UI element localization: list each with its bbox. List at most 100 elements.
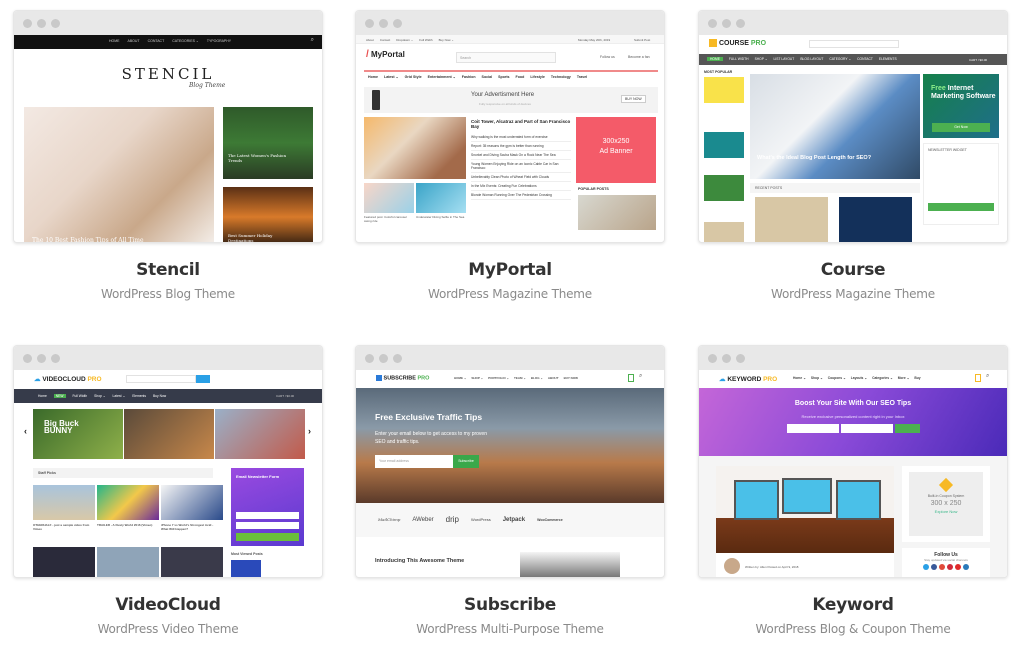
preview-screen: HOME ABOUT CONTACT CATEGORIES ⌄ TYPOGRAP… xyxy=(14,35,322,243)
recent-thumb xyxy=(755,197,828,242)
preview-nav: HOME ABOUT CONTACT CATEGORIES ⌄ TYPOGRAP… xyxy=(109,39,232,43)
partner-logo: AWeber xyxy=(412,516,434,523)
most-viewed-heading: Most Viewed Posts xyxy=(231,552,263,556)
video-title: iPhone 7 vs World's Strongest Acid - Wha… xyxy=(161,523,214,531)
window-dot-icon xyxy=(393,353,402,363)
cart: CART / $0.00 xyxy=(969,58,988,62)
pinterest-icon xyxy=(947,564,953,570)
browser-chrome xyxy=(699,11,1007,35)
side-image xyxy=(223,107,313,179)
linkedin-icon xyxy=(963,564,969,570)
list-item: Report: 35 reasons the gym is better tha… xyxy=(471,142,571,151)
facebook-icon xyxy=(931,564,937,570)
theme-card-myportal[interactable]: About Contact Dropdown ⌄ Full Width Buy … xyxy=(355,10,665,301)
coupon-box: Built-in Coupon System 300 x 250 Explore… xyxy=(909,472,983,536)
theme-preview[interactable]: SUBSCRIBE PRO HOME ⌄ SHOP ⌄ PORTFOLIO ⌄ … xyxy=(355,345,665,578)
video-thumb xyxy=(97,547,159,577)
browser-chrome xyxy=(356,11,664,35)
phone-icon xyxy=(372,90,380,110)
subscribe-button xyxy=(928,203,994,211)
video-thumb xyxy=(161,547,223,577)
headline: Coit Tower, Alcatraz and Part of San Fra… xyxy=(471,119,571,129)
popular-thumb xyxy=(704,77,744,103)
thumb-image xyxy=(416,183,466,213)
preview-screen: ☁ KEYWORD PRO Home ⌄ Shop ⌄ Coupons ⌄ La… xyxy=(699,370,1007,577)
search-icon: ⌕ xyxy=(639,373,643,379)
window-dot-icon xyxy=(736,353,745,363)
follow-widget: Follow Us Stay updated via social channe… xyxy=(902,548,990,577)
theme-preview[interactable]: COURSE PRO HOME FULL WIDTH SHOP ⌄ LIST L… xyxy=(698,10,1008,243)
window-dot-icon xyxy=(23,18,32,28)
partner-logo: Jetpack xyxy=(502,516,526,523)
list-item: Snorkel and Diving Scuba Mask On a Rock … xyxy=(471,151,571,160)
date: Monday May 20th, 2019 xyxy=(578,38,611,42)
list-item: Blonde Woman Running Over The Pedestrian… xyxy=(471,191,571,200)
search-icon: ⌕ xyxy=(310,37,314,43)
name-input xyxy=(236,512,299,519)
theme-subtitle: WordPress Magazine Theme xyxy=(428,287,592,301)
preview-screen: COURSE PRO HOME FULL WIDTH SHOP ⌄ LIST L… xyxy=(699,35,1007,242)
popular-thumb xyxy=(704,222,744,242)
theme-preview[interactable]: ☁ VIDEOCLOUD PRO Home NEW Full Width Sho… xyxy=(13,345,323,578)
theme-preview[interactable]: HOME ABOUT CONTACT CATEGORIES ⌄ TYPOGRAP… xyxy=(13,10,323,243)
window-dot-icon xyxy=(51,18,60,28)
window-dot-icon xyxy=(722,353,731,363)
subscribe-button: Subscribe xyxy=(453,455,479,468)
browser-chrome xyxy=(14,346,322,370)
hero-subtitle: Receive exclusive personalized content r… xyxy=(801,414,905,419)
window-dot-icon xyxy=(37,353,46,363)
theme-title[interactable]: Course xyxy=(698,260,1008,280)
preview-tagline: Blog Theme xyxy=(189,82,226,89)
youtube-icon xyxy=(955,564,961,570)
theme-title[interactable]: MyPortal xyxy=(355,260,665,280)
hero-subtitle: Enter your email below to get access to … xyxy=(375,431,487,445)
preview-logo: COURSE PRO xyxy=(709,39,766,47)
theme-card-videocloud[interactable]: ☁ VIDEOCLOUD PRO Home NEW Full Width Sho… xyxy=(13,345,323,636)
partner-logos: MailChimp AWeber drip WordPress Jetpack … xyxy=(378,515,563,524)
cloud-icon: ☁ xyxy=(34,376,41,383)
window-dot-icon xyxy=(37,18,46,28)
follow-link: Follow us xyxy=(600,55,615,59)
slide-title: Big Buck BUNNY xyxy=(44,419,79,435)
theme-title[interactable]: VideoCloud xyxy=(13,595,323,615)
theme-title[interactable]: Stencil xyxy=(13,260,323,280)
staff-picks-bar xyxy=(33,468,213,478)
social-icons xyxy=(902,564,990,570)
cart-icon xyxy=(628,374,634,382)
post-list: Why walking is the most underrated form … xyxy=(471,133,571,200)
list-item: In the Mix Events: Creating Fun Celebrat… xyxy=(471,182,571,191)
video-thumb xyxy=(33,485,95,520)
author-meta: Written by: Allen Posted on April 9, 201… xyxy=(745,565,799,569)
newsletter-heading: NEWSLETTER WIDGET xyxy=(928,148,967,152)
theme-title[interactable]: Subscribe xyxy=(355,595,665,615)
theme-card-subscribe[interactable]: SUBSCRIBE PRO HOME ⌄ SHOP ⌄ PORTFOLIO ⌄ … xyxy=(355,345,665,636)
hero-caption: The 10 Best Fashion Tips of All Time xyxy=(32,237,144,243)
theme-card-stencil[interactable]: HOME ABOUT CONTACT CATEGORIES ⌄ TYPOGRAP… xyxy=(13,10,323,301)
partner-logo: WordPress xyxy=(471,517,491,522)
theme-card-course[interactable]: COURSE PRO HOME FULL WIDTH SHOP ⌄ LIST L… xyxy=(698,10,1008,301)
popular-thumb xyxy=(704,175,744,201)
checkbox-icon xyxy=(376,375,382,381)
email-input xyxy=(236,522,299,529)
theme-preview[interactable]: About Contact Dropdown ⌄ Full Width Buy … xyxy=(355,10,665,243)
thumb-image xyxy=(364,183,414,213)
theme-subtitle: WordPress Blog & Coupon Theme xyxy=(755,622,951,636)
top-links: About Contact Dropdown ⌄ Full Width Buy … xyxy=(366,38,454,42)
thumb-caption: Underwater Diving Selfie in The Sea xyxy=(416,215,465,219)
ad-subtitle: Fully responsive on all kinds of devices xyxy=(479,102,531,106)
email-input: Your email address xyxy=(375,455,453,468)
theme-title[interactable]: Keyword xyxy=(698,595,1008,615)
preview-screen: ☁ VIDEOCLOUD PRO Home NEW Full Width Sho… xyxy=(14,370,322,577)
ad-title: Your Advertisment Here xyxy=(471,92,535,98)
window-dot-icon xyxy=(365,18,374,28)
theme-card-keyword[interactable]: ☁ KEYWORD PRO Home ⌄ Shop ⌄ Coupons ⌄ La… xyxy=(698,345,1008,636)
hero-caption: What's the Ideal Blog Post Length for SE… xyxy=(757,155,872,161)
ad-strip xyxy=(364,87,658,113)
list-item: Unbelievably Clean Photo of Wheat Field … xyxy=(471,173,571,182)
theme-preview[interactable]: ☁ KEYWORD PRO Home ⌄ Shop ⌄ Coupons ⌄ La… xyxy=(698,345,1008,578)
preview-screen: SUBSCRIBE PRO HOME ⌄ SHOP ⌄ PORTFOLIO ⌄ … xyxy=(356,370,664,577)
partner-logo: drip xyxy=(445,515,459,524)
window-dot-icon xyxy=(379,18,388,28)
window-dot-icon xyxy=(736,18,745,28)
email-input xyxy=(841,424,893,433)
